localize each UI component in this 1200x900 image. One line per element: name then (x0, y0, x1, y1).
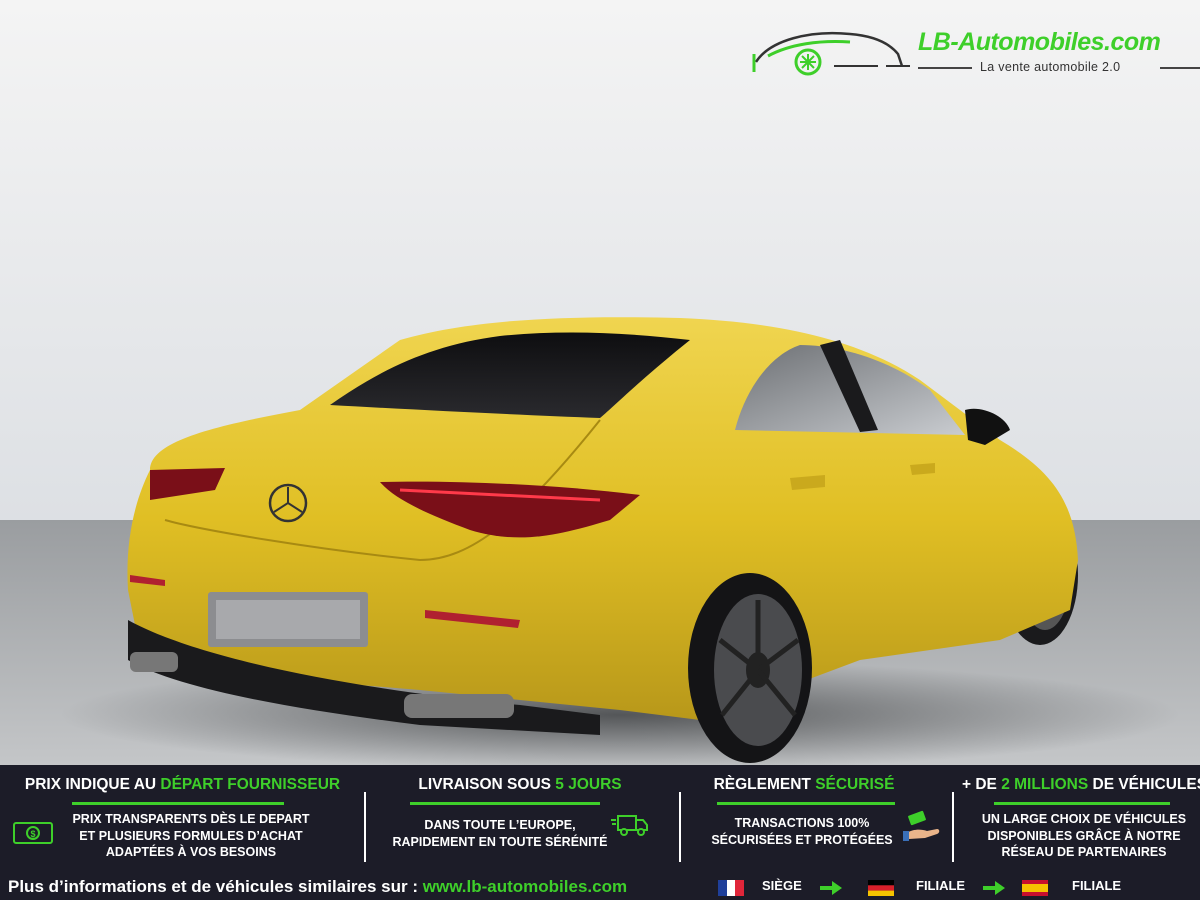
money-icon: $ (13, 822, 53, 844)
feature-title: LIVRAISON SOUS 5 JOURS (418, 776, 622, 793)
column-separator (952, 792, 954, 862)
feature-secure-payment: RÈGLEMENT SÉCURISÉ TRANSACTIONS 100% SÉC… (685, 765, 953, 870)
more-info-text: Plus d’informations et de véhicules simi… (8, 877, 628, 896)
france-flag-icon (718, 880, 744, 896)
payment-hand-icon (903, 810, 940, 841)
website-link[interactable]: www.lb-automobiles.com (423, 877, 627, 896)
logo-divider (918, 67, 972, 69)
feature-title: + DE 2 MILLIONS DE VÉHICULES (962, 776, 1200, 793)
feature-delivery: LIVRAISON SOUS 5 JOURS DANS TOUTE L’EURO… (370, 765, 680, 870)
car-logo-icon (752, 31, 910, 76)
car-photo (0, 0, 1200, 765)
feature-vehicle-choice: + DE 2 MILLIONS DE VÉHICULES UN LARGE CH… (956, 765, 1200, 870)
feature-description: TRANSACTIONS 100% SÉCURISÉES ET PROTÉGÉE… (711, 816, 893, 847)
feature-underline (994, 802, 1170, 805)
lb-automobiles-logo[interactable]: LB-Automobiles.com La vente automobile 2… (750, 22, 1200, 84)
arrow-right-icon (820, 881, 842, 895)
site-label-siege: SIÈGE (762, 878, 802, 893)
feature-supplier-price: PRIX INDIQUE AU DÉPART FOURNISSEUR $ PRI… (0, 765, 365, 870)
site-label-filiale-es: FILIALE (1072, 878, 1122, 893)
germany-flag-icon (868, 880, 894, 896)
arrow-right-icon (983, 881, 1005, 895)
feature-underline (717, 802, 895, 805)
info-banner: PRIX INDIQUE AU DÉPART FOURNISSEUR $ PRI… (0, 765, 1200, 900)
feature-title: PRIX INDIQUE AU DÉPART FOURNISSEUR (24, 776, 341, 793)
logo-divider (1160, 67, 1200, 69)
site-label-filiale-de: FILIALE (916, 878, 966, 893)
svg-text:$: $ (30, 829, 35, 839)
brand-tagline: La vente automobile 2.0 (980, 60, 1121, 74)
feature-description: UN LARGE CHOIX DE VÉHICULES DISPONIBLES … (981, 812, 1187, 859)
more-info-bar: Plus d’informations et de véhicules simi… (0, 873, 1200, 900)
feature-underline (410, 802, 600, 805)
feature-description: PRIX TRANSPARENTS DÈS LE DEPART ET PLUSI… (72, 812, 310, 859)
car-photo-drawing (0, 0, 1200, 765)
delivery-truck-icon (611, 815, 648, 836)
feature-description: DANS TOUTE L’EUROPE, RAPIDEMENT EN TOUTE… (392, 818, 608, 849)
column-separator (679, 792, 681, 862)
brand-name: LB-Automobiles.com (918, 28, 1161, 56)
feature-underline (72, 802, 284, 805)
spain-flag-icon (1022, 880, 1048, 896)
column-separator (364, 792, 366, 862)
feature-title: RÈGLEMENT SÉCURISÉ (713, 776, 895, 793)
